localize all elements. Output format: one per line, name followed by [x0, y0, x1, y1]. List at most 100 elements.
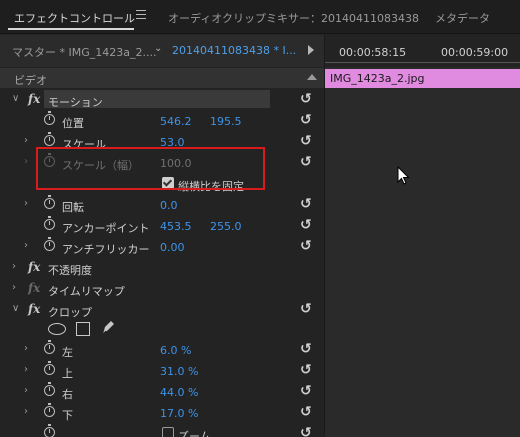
rectangle-mask-icon[interactable]	[76, 322, 90, 336]
video-section-label: ビデオ	[14, 74, 47, 87]
stopwatch-icon[interactable]	[44, 216, 55, 230]
antiflicker-value[interactable]: 0.00	[160, 241, 185, 254]
reset-icon[interactable]: ↺	[300, 342, 312, 356]
twirl-open-icon[interactable]: ∨	[12, 93, 19, 104]
twirl-open-icon[interactable]: ∨	[12, 303, 19, 314]
param-row-rotation: › 回転 0.0 ↺	[0, 195, 324, 215]
chevron-down-icon[interactable]: ⌄	[154, 43, 162, 54]
mask-tools-row	[0, 319, 324, 339]
highlight-annotation-box	[36, 147, 265, 190]
reset-icon[interactable]: ↺	[300, 302, 312, 316]
param-row-crop-right: › 右 44.0 % ↺	[0, 382, 324, 402]
crop-bottom-value[interactable]: 17.0 %	[160, 407, 198, 420]
param-row-crop-top: › 上 31.0 % ↺	[0, 361, 324, 381]
video-section-header: ビデオ	[0, 68, 324, 88]
stopwatch-icon[interactable]	[44, 403, 55, 417]
fx-icon[interactable]: fx	[28, 260, 40, 274]
crop-right-value[interactable]: 44.0 %	[160, 386, 198, 399]
param-row-crop-left: › 左 6.0 % ↺	[0, 340, 324, 360]
twirl-closed-icon[interactable]: ›	[24, 198, 28, 209]
fx-icon[interactable]: fx	[28, 92, 40, 106]
stopwatch-icon[interactable]	[44, 111, 55, 125]
reset-icon[interactable]: ↺	[300, 384, 312, 398]
fx-icon: fx	[28, 281, 41, 295]
opacity-label: 不透明度	[48, 264, 92, 277]
zoom-label: ズーム	[178, 430, 211, 437]
effect-row-motion[interactable]: ∨ fx モーション ↺	[0, 90, 324, 110]
reset-icon[interactable]: ↺	[300, 218, 312, 232]
twirl-closed-icon[interactable]: ›	[24, 240, 28, 251]
timecode-start: 00:00:58:15	[339, 46, 407, 59]
panel-tab-bar: エフェクトコントロール オーディオクリップミキサー：20140411083438…	[0, 0, 520, 34]
twirl-closed-icon[interactable]: ›	[12, 261, 16, 272]
twirl-closed-icon[interactable]: ›	[24, 385, 28, 396]
tab-effect-controls[interactable]: エフェクトコントロール	[14, 10, 135, 26]
twirl-closed-icon[interactable]: ›	[24, 156, 28, 167]
reset-icon[interactable]: ↺	[300, 134, 312, 148]
active-tab-underline	[8, 28, 134, 30]
play-only-icon[interactable]	[308, 45, 314, 55]
reset-icon[interactable]: ↺	[300, 239, 312, 253]
position-label: 位置	[62, 117, 84, 130]
fx-icon[interactable]: fx	[28, 302, 40, 316]
twirl-closed-icon[interactable]: ›	[24, 343, 28, 354]
stopwatch-icon[interactable]	[44, 195, 55, 209]
rotation-value[interactable]: 0.0	[160, 199, 178, 212]
param-row-crop-zoom: ズーム ↺	[0, 424, 324, 437]
param-row-position: 位置 546.2 195.5 ↺	[0, 111, 324, 131]
anchor-x-value[interactable]: 453.5	[160, 220, 192, 233]
clip-bar[interactable]: IMG_1423a_2.jpg	[325, 69, 520, 88]
time-ruler[interactable]: 00:00:58:15 00:00:59:00	[325, 35, 520, 67]
panel-menu-icon[interactable]	[136, 10, 146, 19]
reset-icon[interactable]: ↺	[300, 426, 312, 437]
crop-left-value[interactable]: 6.0 %	[160, 344, 191, 357]
reset-icon[interactable]: ↺	[300, 197, 312, 211]
stopwatch-icon[interactable]	[44, 132, 55, 146]
reset-icon[interactable]: ↺	[300, 113, 312, 127]
effect-row-time-remap[interactable]: › fx タイムリマップ	[0, 279, 324, 299]
reset-icon[interactable]: ↺	[300, 92, 312, 106]
crop-right-label: 右	[62, 388, 73, 401]
stopwatch-icon[interactable]	[44, 424, 55, 437]
mouse-pointer-icon	[397, 166, 410, 185]
param-row-crop-bottom: › 下 17.0 % ↺	[0, 403, 324, 423]
source-selector-bar: マスター * IMG_1423a_2.... ⌄ 20140411083438 …	[0, 35, 324, 67]
crop-left-label: 左	[62, 346, 73, 359]
param-row-antiflicker: › アンチフリッカー 0.00 ↺	[0, 237, 324, 257]
effect-row-crop[interactable]: ∨ fx クロップ ↺	[0, 300, 324, 320]
twirl-closed-icon[interactable]: ›	[24, 364, 28, 375]
rotation-label: 回転	[62, 201, 84, 214]
position-y-value[interactable]: 195.5	[210, 115, 242, 128]
twirl-closed-icon[interactable]: ›	[24, 406, 28, 417]
anchor-point-label: アンカーポイント	[62, 222, 150, 235]
twirl-closed-icon[interactable]: ›	[12, 282, 16, 293]
anchor-y-value[interactable]: 255.0	[210, 220, 242, 233]
effect-controls-panel: マスター * IMG_1423a_2.... ⌄ 20140411083438 …	[0, 35, 324, 437]
crop-label: クロップ	[48, 306, 92, 319]
stopwatch-icon[interactable]	[44, 340, 55, 354]
reset-icon[interactable]: ↺	[300, 155, 312, 169]
master-clip-label[interactable]: マスター * IMG_1423a_2....	[12, 44, 156, 60]
pen-mask-icon[interactable]	[100, 319, 116, 337]
crop-top-label: 上	[62, 367, 73, 380]
clip-name: IMG_1423a_2.jpg	[330, 72, 425, 85]
time-remap-label: タイムリマップ	[48, 285, 125, 298]
stopwatch-icon[interactable]	[44, 382, 55, 396]
stopwatch-icon[interactable]	[44, 361, 55, 375]
timecode-end: 00:00:59:00	[441, 46, 509, 59]
twirl-closed-icon[interactable]: ›	[24, 135, 28, 146]
position-x-value[interactable]: 546.2	[160, 115, 192, 128]
timeline-mini-panel: 00:00:58:15 00:00:59:00 IMG_1423a_2.jpg	[324, 35, 520, 437]
crop-top-value[interactable]: 31.0 %	[160, 365, 198, 378]
tab-metadata[interactable]: メタデータ	[435, 10, 490, 26]
reset-icon[interactable]: ↺	[300, 405, 312, 419]
tab-audio-clip-mixer[interactable]: オーディオクリップミキサー：20140411083438	[168, 10, 419, 26]
reset-icon[interactable]: ↺	[300, 363, 312, 377]
effect-row-opacity[interactable]: › fx 不透明度	[0, 258, 324, 278]
stopwatch-icon[interactable]	[44, 237, 55, 251]
zoom-checkbox[interactable]	[162, 427, 174, 437]
ellipse-mask-icon[interactable]	[48, 323, 66, 335]
motion-label: モーション	[48, 96, 103, 109]
sequence-clip-label[interactable]: 20140411083438 * I...	[172, 44, 296, 57]
collapse-arrow-icon[interactable]	[307, 74, 317, 80]
